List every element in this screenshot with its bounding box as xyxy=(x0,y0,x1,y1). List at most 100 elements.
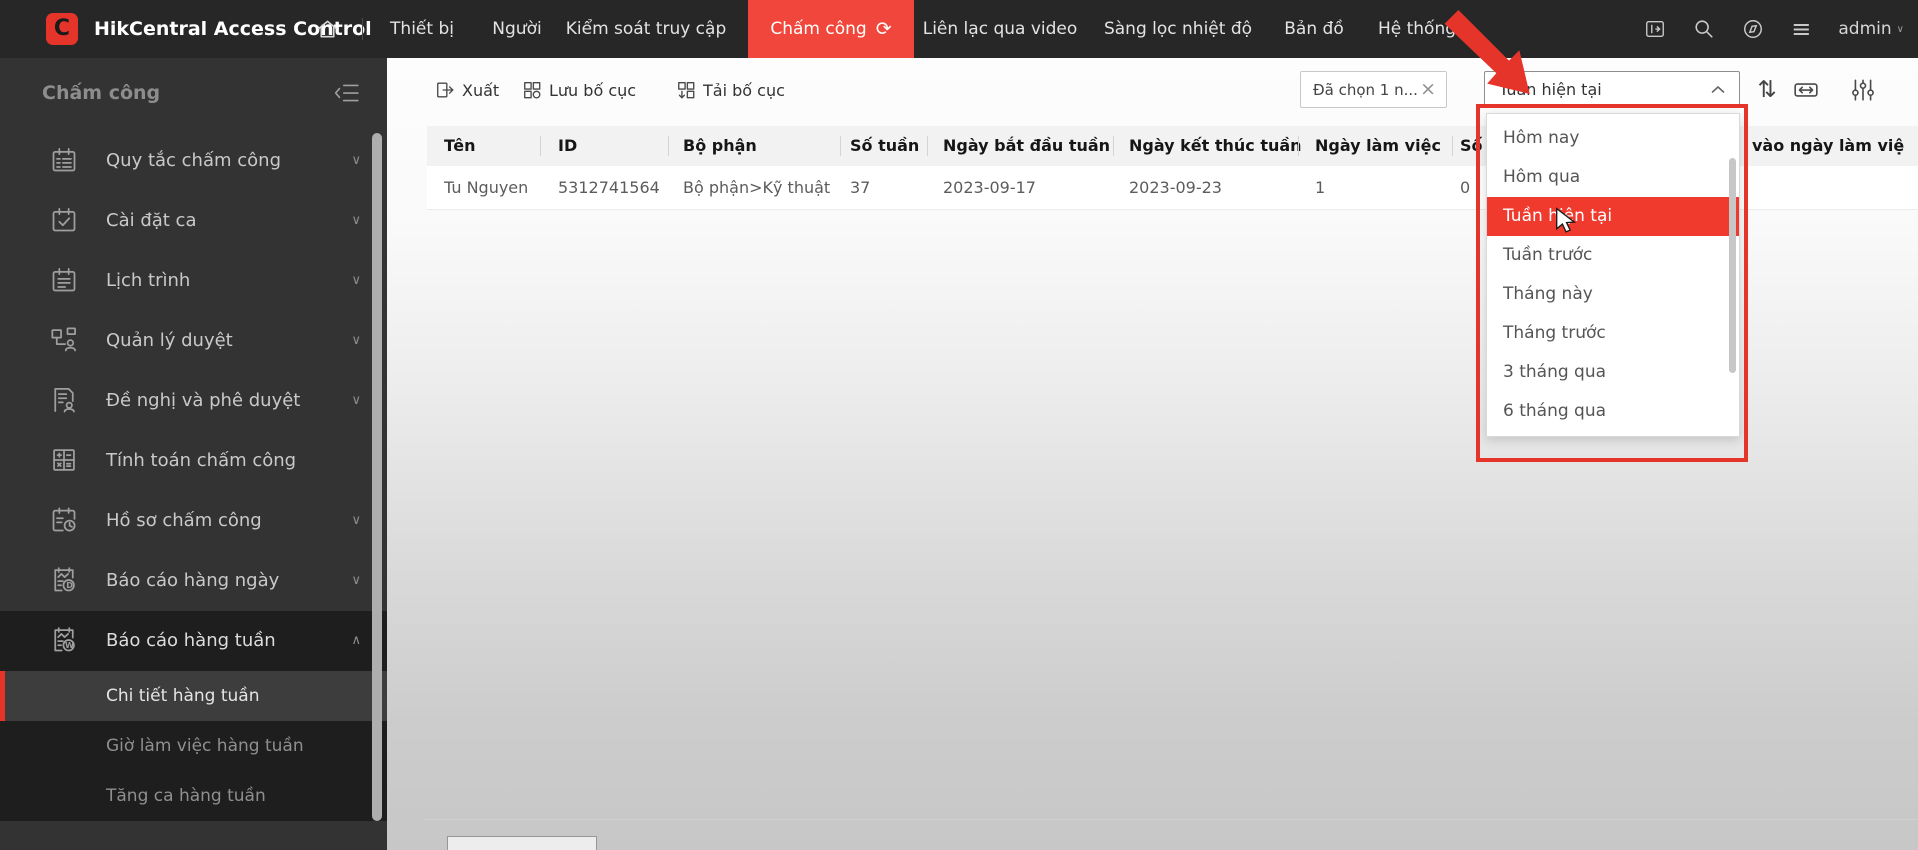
sidebar-item-label: Tính toán chấm công xyxy=(106,450,297,471)
dropdown-scrollbar[interactable] xyxy=(1729,158,1736,373)
sort-icon[interactable]: ⇅ xyxy=(1752,72,1782,108)
column-header-on-workday-truncated[interactable]: vào ngày làm việ xyxy=(1752,126,1904,166)
nav-map[interactable]: Bản đồ xyxy=(1280,0,1348,58)
svg-text:D: D xyxy=(66,580,73,590)
dropdown-option-today[interactable]: Hôm nay xyxy=(1487,119,1739,158)
column-header-department[interactable]: Bộ phận xyxy=(683,126,757,166)
refresh-icon: ⟳ xyxy=(875,17,892,40)
calculator-icon xyxy=(50,446,78,474)
column-header-week-start[interactable]: Ngày bắt đầu tuần xyxy=(943,126,1110,166)
close-icon[interactable]: × xyxy=(1420,80,1436,99)
chevron-down-icon: ∨ xyxy=(351,273,361,288)
load-layout-button[interactable]: Tải bố cục xyxy=(676,72,785,108)
flowchart-person-icon xyxy=(50,326,78,354)
load-layout-icon xyxy=(676,80,696,100)
topbar-divider xyxy=(362,18,363,40)
chevron-up-icon xyxy=(1711,85,1725,94)
nav-devices[interactable]: Thiết bị xyxy=(384,0,460,58)
logo-letter: C xyxy=(53,16,71,41)
calendar-list-icon xyxy=(50,266,78,294)
menu-icon[interactable]: ≡ xyxy=(1791,17,1811,41)
calendar-check-icon xyxy=(50,206,78,234)
sidebar-subitem-weekly-work-hours[interactable]: Giờ làm việc hàng tuần xyxy=(0,721,387,771)
sidebar-item-applications-approvals[interactable]: Đề nghị và phê duyệt ∨ xyxy=(0,371,387,431)
column-header-name[interactable]: Tên xyxy=(444,126,476,166)
sidebar-scrollbar[interactable] xyxy=(372,133,382,821)
active-item-red-bar xyxy=(0,671,5,721)
hikcentral-logo-icon: C xyxy=(46,13,78,45)
dropdown-option-last-month[interactable]: Tháng trước xyxy=(1487,314,1739,353)
page-size-select[interactable] xyxy=(447,836,597,850)
help-compass-icon[interactable] xyxy=(1742,18,1764,40)
selection-filter-chip[interactable]: Đã chọn 1 n... × xyxy=(1300,71,1447,108)
column-header-work-days[interactable]: Ngày làm việc xyxy=(1315,126,1441,166)
sidebar-item-shift-settings[interactable]: Cài đặt ca ∨ xyxy=(0,191,387,251)
sidebar-item-daily-report[interactable]: D Báo cáo hàng ngày ∨ xyxy=(0,551,387,611)
sidebar-item-attendance-calculation[interactable]: Tính toán chấm công xyxy=(0,431,387,491)
sidebar-item-label: Báo cáo hàng ngày xyxy=(106,570,280,591)
column-header-id[interactable]: ID xyxy=(558,126,577,166)
nav-attendance-active[interactable]: Chấm công ⟳ xyxy=(748,0,914,58)
cell-department: Bộ phận>Kỹ thuật xyxy=(683,178,831,197)
sidebar-item-attendance-rules[interactable]: Quy tắc chấm công ∨ xyxy=(0,131,387,191)
sidebar-item-label: Quản lý duyệt xyxy=(106,330,233,351)
chevron-down-icon: ∨ xyxy=(351,573,361,588)
sidebar-item-label: Cài đặt ca xyxy=(106,210,197,231)
sidebar-subitem-weekly-details[interactable]: Chi tiết hàng tuần xyxy=(0,671,387,721)
wizard-icon[interactable] xyxy=(1644,18,1666,40)
nav-video-intercom[interactable]: Liên lạc qua video xyxy=(922,0,1078,58)
nav-access-control[interactable]: Kiểm soát truy cập xyxy=(558,0,734,58)
load-layout-label: Tải bố cục xyxy=(703,80,785,100)
user-menu[interactable]: admin ∨ xyxy=(1838,19,1904,39)
dropdown-option-current-week[interactable]: Tuần hiện tại xyxy=(1487,197,1739,236)
attendance-sidebar: Chấm công Quy tắc chấm công ∨ Cài đặt ca… xyxy=(0,58,387,850)
sidebar-subitem-weekly-overtime[interactable]: Tăng ca hàng tuần xyxy=(0,771,387,821)
sidebar-item-attendance-records[interactable]: Hồ sơ chấm công ∨ xyxy=(0,491,387,551)
search-icon[interactable] xyxy=(1693,18,1715,40)
dropdown-option-last-6-months[interactable]: 6 tháng qua xyxy=(1487,392,1739,431)
dropdown-option-yesterday[interactable]: Hôm qua xyxy=(1487,158,1739,197)
column-separator xyxy=(668,136,669,156)
svg-text:W: W xyxy=(65,640,74,650)
column-header-week-end[interactable]: Ngày kết thúc tuần xyxy=(1129,126,1302,166)
export-label: Xuất xyxy=(462,80,500,100)
nav-system[interactable]: Hệ thống xyxy=(1372,0,1462,58)
cell-work-days: 1 xyxy=(1315,178,1326,197)
column-header-week-no[interactable]: Số tuần xyxy=(850,126,919,166)
sidebar-item-weekly-report[interactable]: W Báo cáo hàng tuần ∧ xyxy=(0,611,387,671)
dropdown-option-this-month[interactable]: Tháng này xyxy=(1487,275,1739,314)
sidebar-item-approval-management[interactable]: Quản lý duyệt ∨ xyxy=(0,311,387,371)
sidebar-item-label: Hồ sơ chấm công xyxy=(106,510,262,531)
user-chevron-down-icon: ∨ xyxy=(1896,23,1904,35)
dropdown-option-last-week[interactable]: Tuần trước xyxy=(1487,236,1739,275)
filter-sliders-icon[interactable] xyxy=(1850,77,1876,103)
selection-chip-label: Đã chọn 1 n... xyxy=(1313,80,1418,99)
nav-temperature-screening[interactable]: Sàng lọc nhiệt độ xyxy=(1102,0,1254,58)
top-navigation-bar: C HikCentral Access Control Thiết bị Ngư… xyxy=(0,0,1918,58)
home-icon[interactable] xyxy=(316,18,339,41)
export-icon xyxy=(435,80,455,100)
footer-divider xyxy=(423,819,1918,820)
cell-col8: 0 xyxy=(1460,178,1471,197)
export-button[interactable]: Xuất xyxy=(435,72,499,108)
sidebar-subitem-label: Chi tiết hàng tuần xyxy=(106,686,260,706)
username: admin xyxy=(1838,19,1892,39)
sidebar-item-schedule[interactable]: Lịch trình ∨ xyxy=(0,251,387,311)
column-header-truncated[interactable]: Số xyxy=(1460,126,1483,166)
nav-person[interactable]: Người xyxy=(479,0,555,58)
save-layout-icon xyxy=(522,80,542,100)
cell-id: 5312741564 xyxy=(558,178,660,197)
save-layout-button[interactable]: Lưu bố cục xyxy=(522,72,636,108)
weekly-report-icon: W xyxy=(50,626,78,654)
cell-week-end: 2023-09-23 xyxy=(1129,178,1222,197)
chevron-down-icon: ∨ xyxy=(351,213,361,228)
sidebar-collapse-icon[interactable] xyxy=(334,80,360,106)
daily-report-icon: D xyxy=(50,566,78,594)
sidebar-item-label: Lịch trình xyxy=(106,270,191,291)
period-select[interactable]: Tuần hiện tại xyxy=(1484,71,1740,108)
fit-width-icon[interactable] xyxy=(1792,77,1820,103)
sidebar-item-label: Quy tắc chấm công xyxy=(106,150,281,171)
chevron-down-icon: ∨ xyxy=(351,513,361,528)
dropdown-option-last-3-months[interactable]: 3 tháng qua xyxy=(1487,353,1739,392)
cell-week-no: 37 xyxy=(850,178,871,197)
